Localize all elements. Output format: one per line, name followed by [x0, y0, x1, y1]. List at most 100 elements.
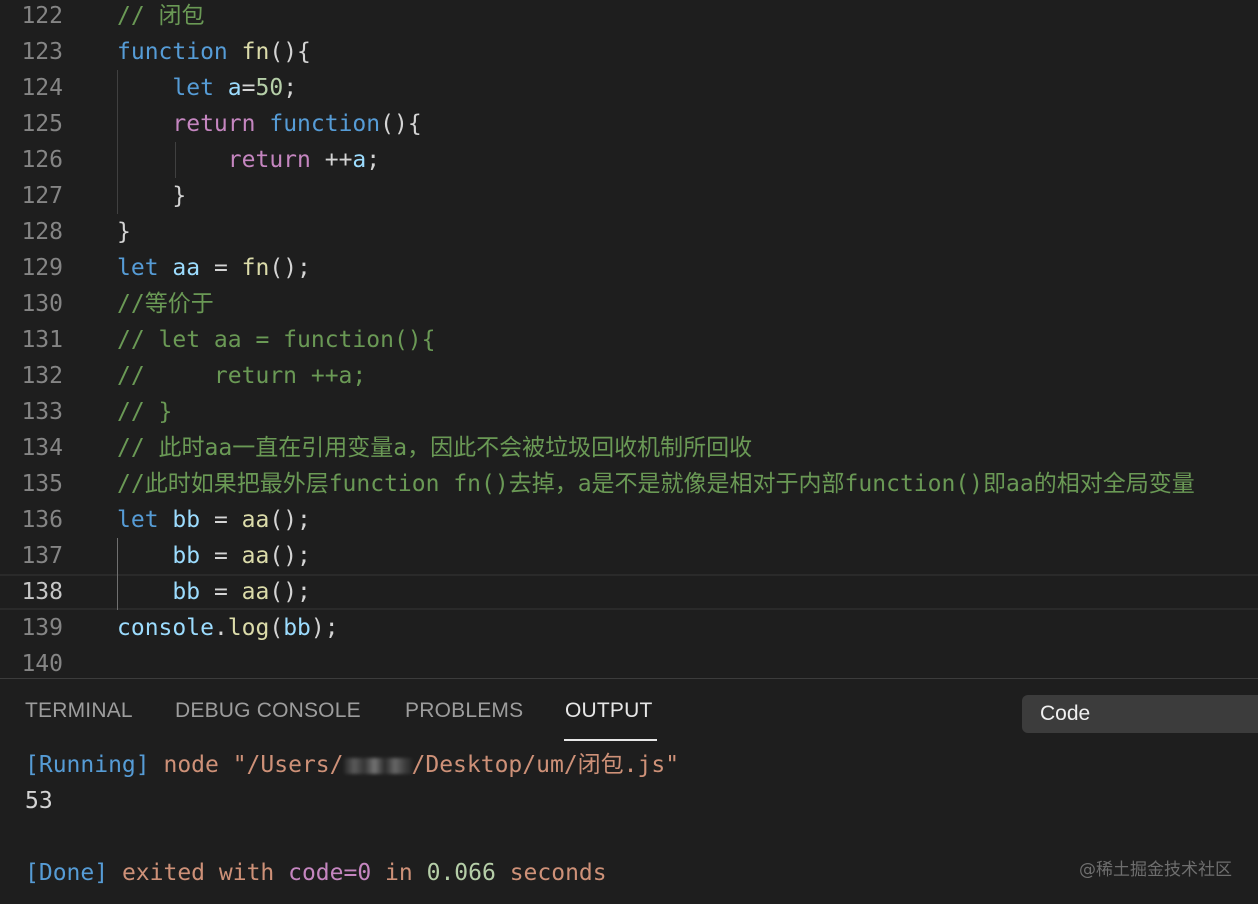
- code-token: a: [227, 75, 242, 101]
- code-text: }: [117, 178, 186, 214]
- code-text: // }: [117, 394, 172, 430]
- code-line[interactable]: 136 let bb = aa();: [0, 502, 1258, 538]
- output-channel-select[interactable]: Code: [1022, 695, 1258, 733]
- code-line[interactable]: 122 // 闭包: [0, 0, 1258, 34]
- code-token: return: [227, 147, 311, 173]
- line-number: 131: [21, 327, 63, 353]
- code-token: ();: [269, 507, 311, 533]
- code-token: // 闭包: [117, 3, 205, 29]
- code-token: //此时如果把最外层function fn()去掉，a是不是就像是相对于内部fu…: [117, 471, 1195, 497]
- output-running-line: [Running] node "/Users/ /Desktop/um/闭包.js…: [25, 747, 679, 783]
- code-line[interactable]: 139 console.log(bb);: [0, 610, 1258, 646]
- code-token: let: [117, 255, 159, 281]
- line-number: 126: [21, 147, 63, 173]
- code-token: }: [117, 219, 131, 245]
- code-editor[interactable]: 122// 闭包 123 function fn(){124 let a=50; 12…: [0, 0, 1258, 678]
- code-line[interactable]: 129 let aa = fn();: [0, 250, 1258, 286]
- code-text: let aa = fn();: [117, 250, 311, 286]
- code-text: bb = aa();: [117, 576, 311, 608]
- line-number: 137: [21, 543, 63, 569]
- code-line[interactable]: 140: [0, 646, 1258, 678]
- code-token: bb: [172, 579, 201, 605]
- line-number: 125: [21, 111, 63, 137]
- code-token: fn: [241, 39, 270, 65]
- line-number: 129: [21, 255, 63, 281]
- code-line[interactable]: 135 //此时如果把最外层function fn()去掉，a是不是就像是相对于内…: [0, 466, 1258, 502]
- code-line[interactable]: 126 return ++a;: [0, 142, 1258, 178]
- seconds-text: seconds: [495, 860, 607, 886]
- code-line[interactable]: 124 let a=50;: [0, 70, 1258, 106]
- line-number: 123: [21, 39, 63, 65]
- code-line[interactable]: 130 //等价于: [0, 286, 1258, 322]
- line-number: 132: [21, 363, 63, 389]
- code-line[interactable]: 133 // }: [0, 394, 1258, 430]
- code-token: ();: [269, 579, 311, 605]
- code-token: (){: [269, 39, 311, 65]
- active-tab-indicator: [564, 739, 657, 741]
- code-line[interactable]: 131 // let aa = function(){: [0, 322, 1258, 358]
- code-line[interactable]: 123 function fn(){: [0, 34, 1258, 70]
- code-line[interactable]: 125 return function(){: [0, 106, 1258, 142]
- code-token: =: [200, 543, 242, 569]
- indent-guide: [117, 70, 118, 214]
- code-token: aa: [241, 507, 270, 533]
- code-line[interactable]: 138 bb = aa();: [0, 574, 1258, 610]
- code-token: bb: [172, 507, 201, 533]
- code-token: 50: [255, 75, 284, 101]
- running-tag: [Running]: [25, 752, 150, 778]
- code-line[interactable]: 132 // return ++a;: [0, 358, 1258, 394]
- code-token: a: [352, 147, 367, 173]
- code-token: bb: [283, 615, 311, 641]
- tab-problems[interactable]: PROBLEMS: [405, 693, 523, 729]
- code-text: // 闭包: [117, 0, 205, 34]
- code-line[interactable]: 137 bb = aa();: [0, 538, 1258, 574]
- line-number: 139: [21, 615, 63, 641]
- line-number: 122: [21, 3, 63, 29]
- code-token: aa: [172, 255, 201, 281]
- code-line[interactable]: 134 // 此时aa一直在引用变量a，因此不会被垃圾回收机制所回收: [0, 430, 1258, 466]
- code-token: bb: [172, 543, 201, 569]
- tab-debug-console[interactable]: DEBUG CONSOLE: [175, 693, 361, 729]
- output-done-line: [Done] exited with code=0 in 0.066 secon…: [25, 855, 607, 891]
- code-token: aa: [241, 543, 270, 569]
- code-text: // 此时aa一直在引用变量a，因此不会被垃圾回收机制所回收: [117, 430, 752, 466]
- code-token: (: [269, 615, 284, 641]
- line-number: 140: [21, 651, 63, 677]
- code-token: ++: [310, 147, 353, 173]
- duration: 0.066: [426, 860, 496, 886]
- code-text: bb = aa();: [117, 538, 311, 574]
- code-token: // return ++a;: [117, 363, 367, 389]
- command-prefix: node "/Users/: [149, 752, 344, 778]
- code-token: // let aa = function(){: [117, 327, 436, 353]
- code-token: return: [172, 111, 256, 137]
- line-number: 130: [21, 291, 63, 317]
- line-number: 133: [21, 399, 63, 425]
- code-token: console: [117, 615, 214, 641]
- code-token: );: [310, 615, 339, 641]
- exit-code: code=0: [288, 860, 372, 886]
- line-number: 128: [21, 219, 63, 245]
- code-token: =: [200, 579, 242, 605]
- code-token: //等价于: [117, 291, 214, 317]
- code-token: ;: [283, 75, 298, 101]
- code-token: log: [227, 615, 270, 641]
- code-token: // }: [117, 399, 173, 425]
- output-result: 53: [25, 788, 53, 814]
- tab-output[interactable]: OUTPUT: [565, 693, 653, 729]
- bottom-panel: TERMINAL DEBUG CONSOLE PROBLEMS OUTPUT C…: [0, 678, 1258, 904]
- code-token: }: [117, 183, 187, 209]
- code-token: let: [172, 75, 214, 101]
- line-number: 127: [21, 183, 63, 209]
- code-line[interactable]: 128}: [0, 214, 1258, 250]
- code-text: return function(){: [117, 106, 422, 142]
- indent-guide: [175, 142, 176, 178]
- code-line[interactable]: 127 }: [0, 178, 1258, 214]
- tab-terminal[interactable]: TERMINAL: [25, 693, 133, 729]
- output-result-line: 53: [25, 783, 53, 819]
- code-token: (){: [380, 111, 422, 137]
